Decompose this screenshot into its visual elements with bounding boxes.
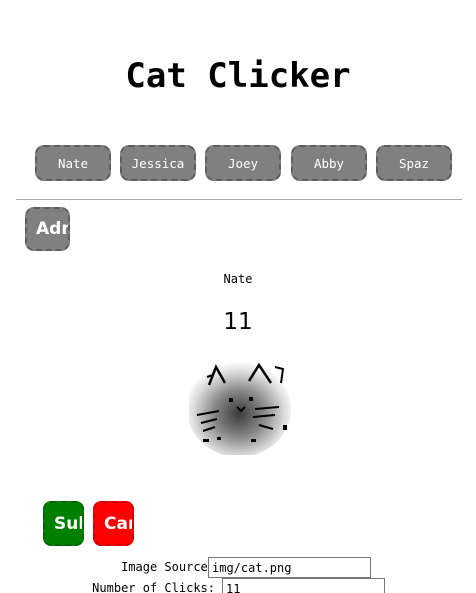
cat-name: Nate [223,272,253,286]
divider [16,199,462,200]
cat-button-spaz[interactable]: Spaz [376,145,452,181]
page: Cat Clicker Nate Jessica Joey Abby Spaz … [0,0,476,593]
submit-button[interactable]: Submit [43,501,84,546]
image-source-input[interactable] [208,557,371,578]
cat-button-joey[interactable]: Joey [205,145,281,181]
cat-button-nate[interactable]: Nate [35,145,111,181]
cat-list: Nate Jessica Joey Abby Spaz [35,145,455,183]
cat-button-abby[interactable]: Abby [291,145,367,181]
admin-button[interactable]: Admin [25,207,70,251]
clicks-label: Number of Clicks: [92,581,215,593]
image-source-row: Image Source: [0,557,476,579]
clicks-row: Number of Clicks: [0,578,476,593]
clicks-input[interactable] [222,578,385,593]
page-title: Cat Clicker [125,56,351,96]
cancel-button[interactable]: Cancel [93,501,134,546]
cat-image[interactable] [189,355,291,455]
click-count: 11 [223,309,253,335]
image-source-label: Image Source: [121,560,215,574]
cat-button-jessica[interactable]: Jessica [120,145,196,181]
